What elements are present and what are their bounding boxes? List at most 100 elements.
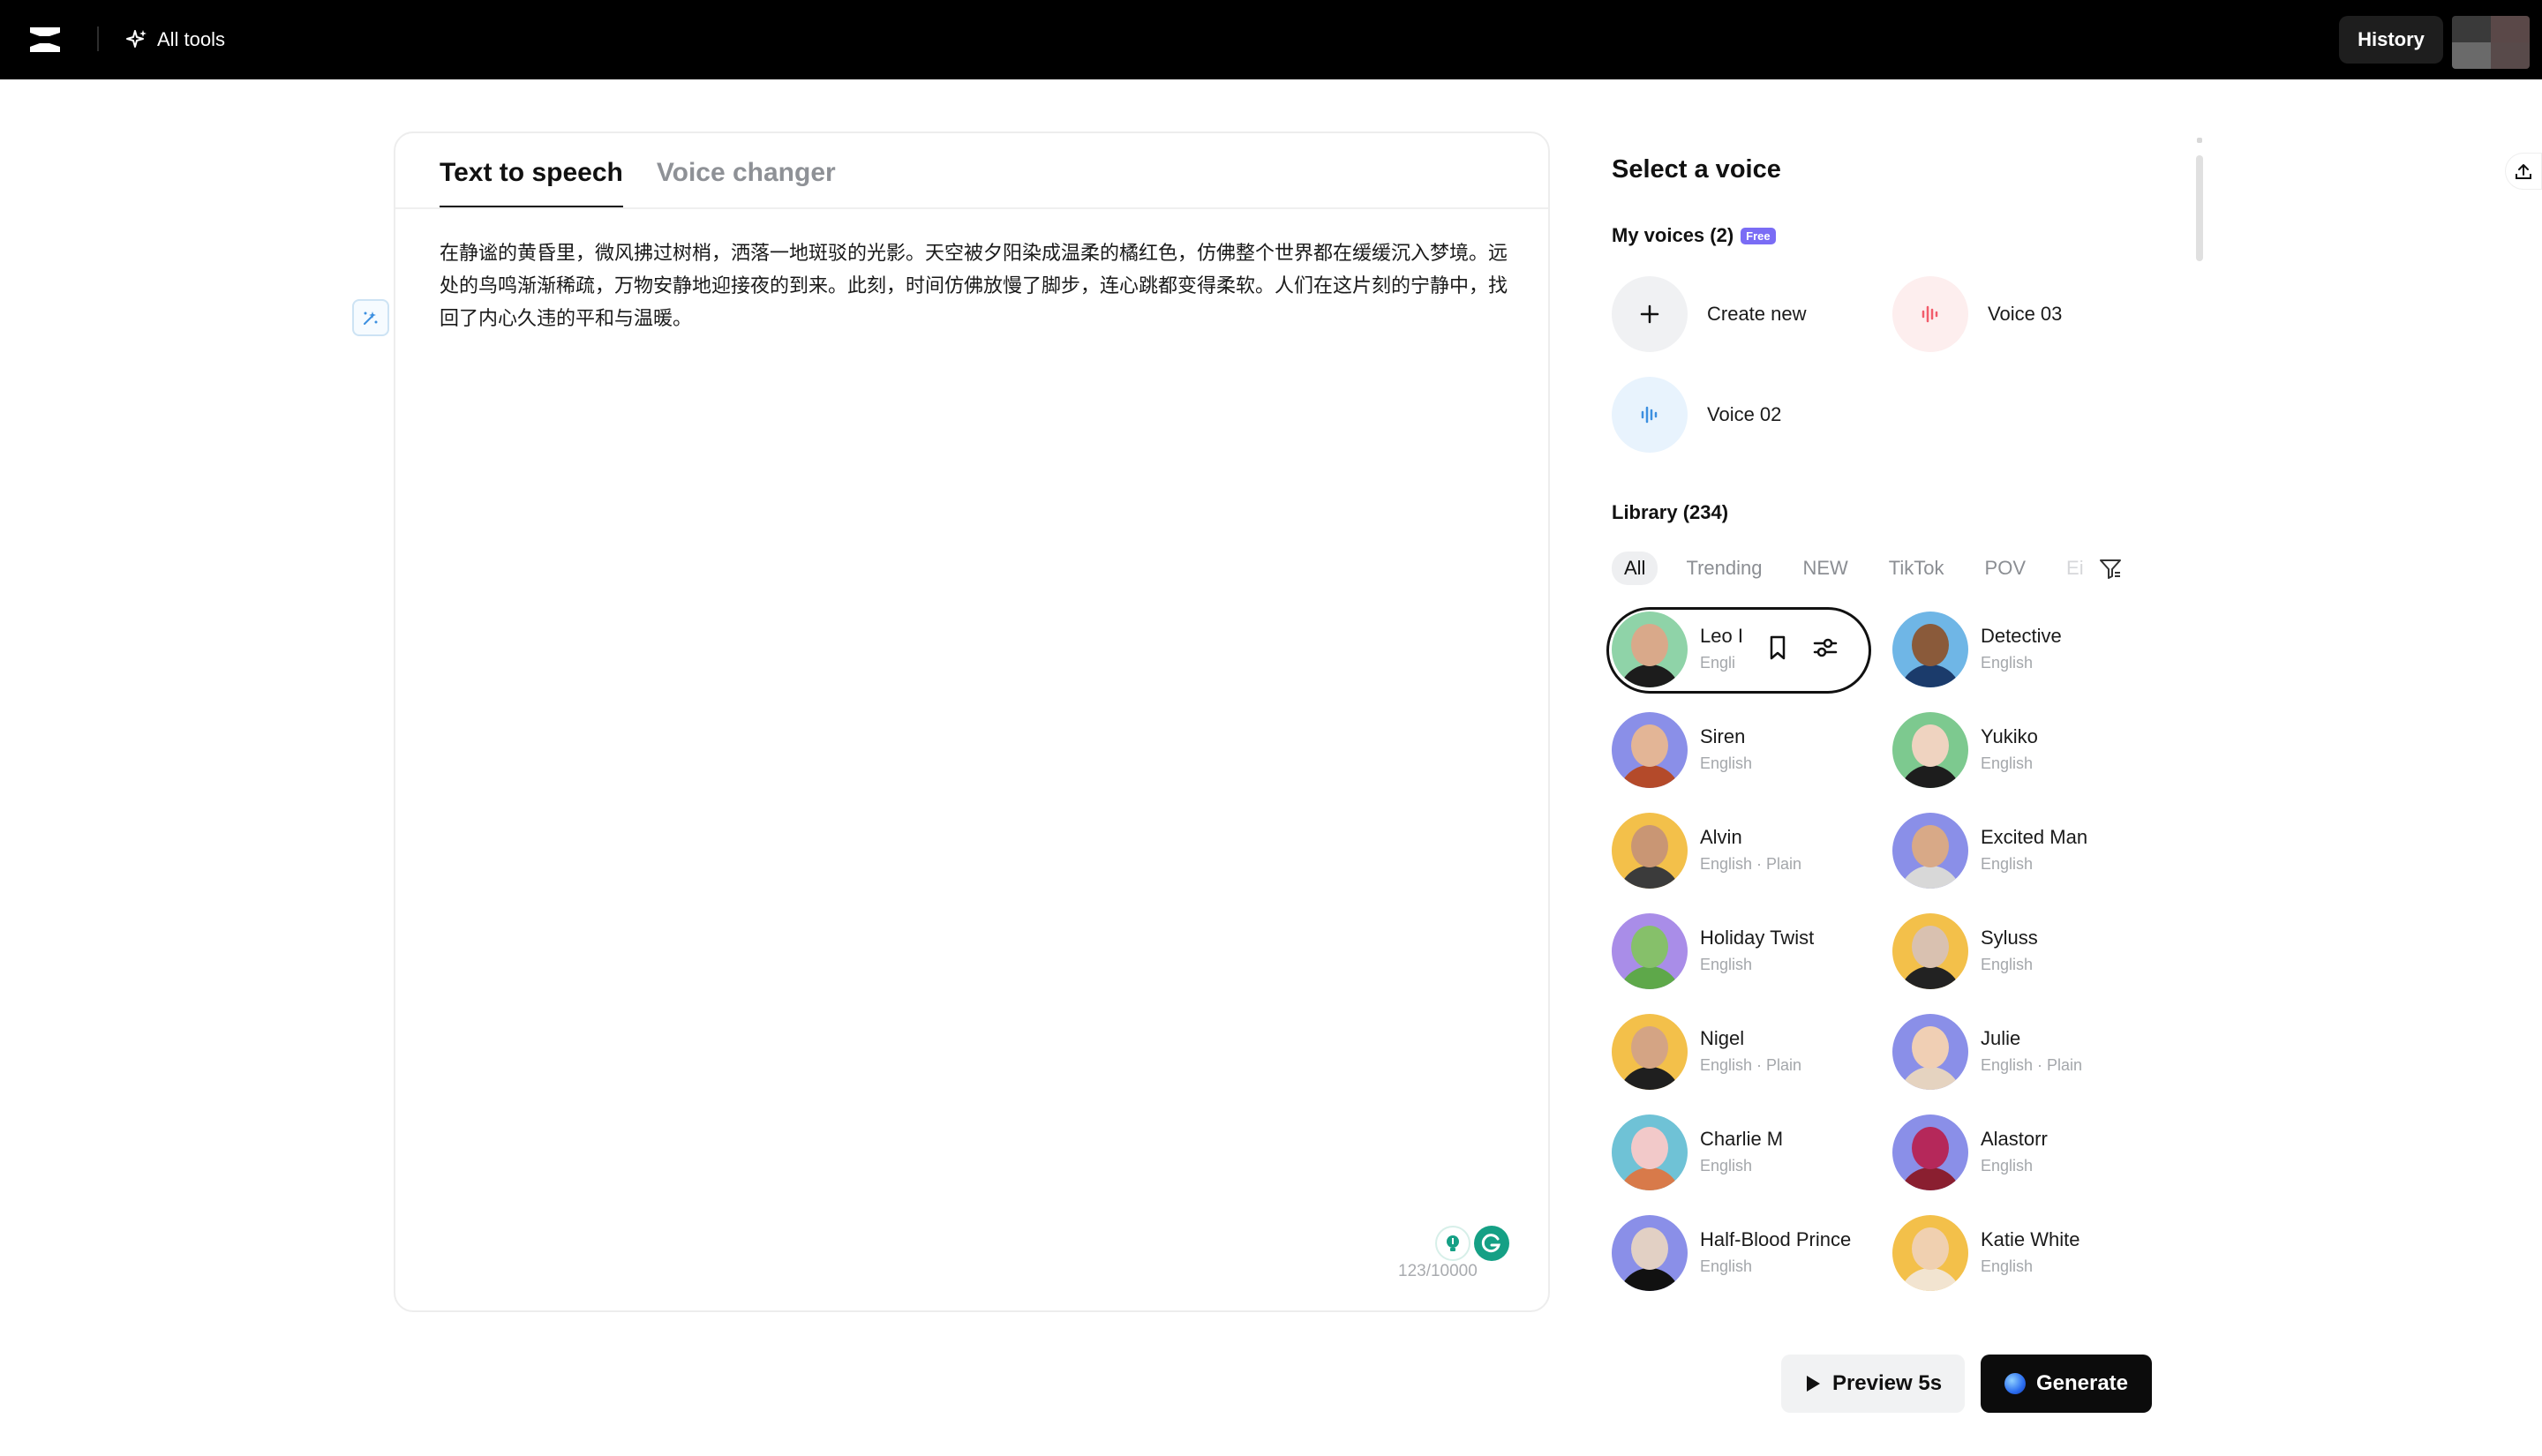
- voice-language: English · Plain: [1700, 855, 1802, 873]
- bookmark-icon[interactable]: [1765, 634, 1790, 662]
- voice-text: Siren English: [1700, 724, 1752, 777]
- tab-underline-divider: [395, 207, 1548, 209]
- voice-item-detective[interactable]: Detective English: [1892, 612, 2062, 687]
- voice-avatar: [1612, 612, 1688, 687]
- select-voice-heading: Select a voice: [1612, 155, 1781, 184]
- my-voices-label: My voices (2): [1612, 224, 1734, 246]
- filter-chip-truncated[interactable]: Ei: [2054, 552, 2096, 585]
- scrollbar-top-arrow[interactable]: [2197, 138, 2202, 143]
- voice-language: English: [1981, 956, 2034, 973]
- voice-text: Alvin English · Plain: [1700, 824, 1801, 877]
- plus-icon: [1612, 276, 1688, 352]
- voice-text: Holiday Twist English: [1700, 925, 1814, 978]
- voice-item-julie[interactable]: Julie English · Plain: [1892, 1014, 2082, 1090]
- user-avatar[interactable]: [2452, 16, 2530, 69]
- voice-language: English: [1700, 956, 1753, 973]
- voice-language: English: [1700, 1157, 1753, 1175]
- voice-item-yukiko[interactable]: Yukiko English: [1892, 712, 2038, 788]
- voice-text: Yukiko English: [1981, 724, 2038, 777]
- voice-name: Siren: [1700, 725, 1746, 747]
- voice-avatar: [1612, 1215, 1688, 1291]
- voice-text: Katie White English: [1981, 1227, 2080, 1280]
- voice-02-label: Voice 02: [1707, 403, 1782, 425]
- free-badge: Free: [1741, 227, 1776, 244]
- create-new-voice-button[interactable]: Create new: [1612, 276, 1807, 352]
- voice-avatar: [1612, 712, 1688, 788]
- filter-funnel-icon[interactable]: [2096, 554, 2125, 582]
- voice-language: English · Plain: [1981, 1056, 2083, 1074]
- voice-language: English: [1981, 654, 2034, 672]
- tab-voice-changer[interactable]: Voice changer: [657, 133, 836, 207]
- magic-pen-icon: [364, 311, 378, 325]
- voice-text: Half-Blood Prince English: [1700, 1227, 1851, 1280]
- voice-name: Syluss: [1981, 927, 2038, 949]
- my-voice-item-voice-02[interactable]: Voice 02: [1612, 377, 1781, 453]
- voice-panel-scrollbar[interactable]: [2196, 155, 2203, 261]
- voice-name: Leo I: [1700, 625, 1743, 647]
- voice-text: Nigel English · Plain: [1700, 1025, 1801, 1078]
- voice-item-alvin[interactable]: Alvin English · Plain: [1612, 813, 1801, 889]
- generate-label: Generate: [2035, 1371, 2129, 1395]
- voice-avatar: [1892, 813, 1968, 889]
- voice-language: Engli: [1700, 654, 1736, 672]
- voice-language: English: [1981, 754, 2034, 772]
- my-voices-heading: My voices (2) Free: [1612, 224, 1776, 247]
- voice-name: Half-Blood Prince: [1700, 1228, 1852, 1250]
- voice-text: Detective English: [1981, 623, 2062, 676]
- filter-chip-pov[interactable]: POV: [1973, 552, 2038, 585]
- preview-button[interactable]: Preview 5s: [1781, 1355, 1965, 1413]
- all-tools-button[interactable]: All tools: [125, 23, 225, 56]
- play-icon: [1806, 1376, 1820, 1392]
- voice-text: Excited Man English: [1981, 824, 2087, 877]
- filter-chip-new[interactable]: NEW: [1790, 552, 1860, 585]
- voice-name: Detective: [1981, 625, 2062, 647]
- voice-text: Leo I Engli: [1700, 623, 1743, 676]
- library-heading: Library (234): [1612, 501, 1729, 523]
- voice-name: Charlie M: [1700, 1128, 1784, 1150]
- voice-item-katie-white[interactable]: Katie White English: [1892, 1215, 2080, 1291]
- bulb-extension-icon[interactable]: [1435, 1226, 1470, 1261]
- script-text-area[interactable]: 在静谧的黄昏里，微风拂过树梢，洒落一地斑驳的光影。天空被夕阳染成温柔的橘红色，仿…: [440, 237, 1508, 335]
- voice-item-leo-i[interactable]: Leo I Engli: [1612, 612, 1743, 687]
- tab-text-to-speech[interactable]: Text to speech: [440, 133, 623, 209]
- voice-item-half-blood-prince[interactable]: Half-Blood Prince English: [1612, 1215, 1851, 1291]
- generate-orb-icon: [2004, 1373, 2026, 1394]
- voice-text: Julie English · Plain: [1981, 1025, 2082, 1078]
- voice-item-syluss[interactable]: Syluss English: [1892, 913, 2038, 989]
- topbar-divider: [97, 26, 99, 51]
- voice-language: English · Plain: [1700, 1056, 1802, 1074]
- my-voice-item-voice-03[interactable]: Voice 03: [1892, 276, 2062, 352]
- generate-button[interactable]: Generate: [1981, 1355, 2152, 1413]
- voice-03-label: Voice 03: [1988, 303, 2063, 325]
- voice-item-alastorr[interactable]: Alastorr English: [1892, 1115, 2048, 1190]
- grammarly-icon[interactable]: [1474, 1226, 1509, 1261]
- sparkle-icon: [126, 30, 147, 48]
- ai-write-button[interactable]: [352, 299, 389, 336]
- history-label: History: [2358, 28, 2425, 50]
- voice-language: English: [1700, 754, 1753, 772]
- filter-chip-trending[interactable]: Trending: [1673, 552, 1774, 585]
- voice-text: Charlie M English: [1700, 1126, 1783, 1179]
- filter-chip-tiktok[interactable]: TikTok: [1876, 552, 1957, 585]
- voice-settings-sliders-icon[interactable]: [1811, 634, 1839, 662]
- waveform-icon: [1612, 377, 1688, 453]
- voice-avatar: [1892, 913, 1968, 989]
- voice-item-holiday-twist[interactable]: Holiday Twist English: [1612, 913, 1814, 989]
- filter-chip-all[interactable]: All: [1612, 552, 1658, 585]
- voice-name: Nigel: [1700, 1027, 1745, 1049]
- voice-language: English: [1981, 1257, 2034, 1275]
- voice-language: English: [1700, 1257, 1753, 1275]
- voice-avatar: [1892, 1215, 1968, 1291]
- voice-item-nigel[interactable]: Nigel English · Plain: [1612, 1014, 1801, 1090]
- history-button[interactable]: History: [2339, 16, 2443, 64]
- voice-name: Alastorr: [1981, 1128, 2048, 1150]
- top-bar: All tools History: [0, 0, 2542, 79]
- voice-item-charlie-m[interactable]: Charlie M English: [1612, 1115, 1783, 1190]
- voice-text: Alastorr English: [1981, 1126, 2048, 1179]
- voice-item-siren[interactable]: Siren English: [1612, 712, 1752, 788]
- upload-side-button[interactable]: [2505, 153, 2542, 190]
- capcut-logo-icon[interactable]: [26, 22, 64, 57]
- voice-avatar: [1892, 1014, 1968, 1090]
- voice-item-excited-man[interactable]: Excited Man English: [1892, 813, 2087, 889]
- voice-avatar: [1612, 913, 1688, 989]
